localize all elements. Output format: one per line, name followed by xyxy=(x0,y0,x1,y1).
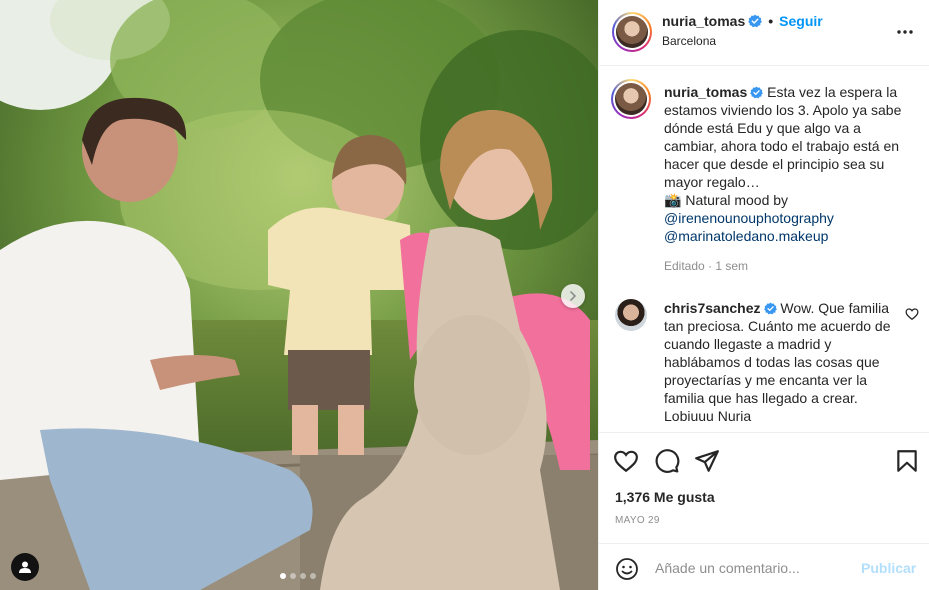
header-separator: • xyxy=(768,13,774,29)
post-side-panel: nuria_tomas • Seguir Barcelona nuria_tom… xyxy=(598,0,929,590)
post-photo xyxy=(0,0,598,590)
bookmark-icon[interactable] xyxy=(894,448,920,474)
user-tags-button[interactable] xyxy=(11,553,39,581)
mention-makeup-link[interactable]: @marinatoledano.makeup xyxy=(664,228,828,244)
author-name-row: nuria_tomas • Seguir xyxy=(662,13,823,29)
commenter-avatar[interactable] xyxy=(615,299,647,331)
post-actions: 1,376 Me gusta MAYO 29 xyxy=(599,432,929,542)
user-tag-icon xyxy=(19,561,31,573)
carousel-dot xyxy=(280,573,286,579)
post-caption: nuria_tomas Esta vez la espera la estamo… xyxy=(664,83,916,245)
likes-count[interactable]: 1,376 Me gusta xyxy=(615,489,715,505)
carousel-dot xyxy=(300,573,306,579)
comment: chris7sanchez Wow. Que familia tan preci… xyxy=(664,299,896,425)
verified-icon xyxy=(750,86,764,99)
post-header: nuria_tomas • Seguir Barcelona xyxy=(599,0,929,66)
post-date[interactable]: MAYO 29 xyxy=(615,515,660,526)
add-comment-bar: Publicar xyxy=(599,543,929,590)
carousel-dot xyxy=(290,573,296,579)
comment-text: Wow. Que familia tan preciosa. Cuánto me… xyxy=(664,300,891,424)
share-icon[interactable] xyxy=(694,448,720,474)
comment-input[interactable] xyxy=(655,556,855,580)
follow-button[interactable]: Seguir xyxy=(779,13,823,29)
author-avatar[interactable] xyxy=(612,12,652,52)
emoji-icon[interactable] xyxy=(615,557,639,581)
photo-scene xyxy=(0,0,598,590)
caption-mood: Natural mood by xyxy=(685,192,789,208)
more-icon[interactable] xyxy=(895,22,915,42)
caption-edited-meta: Editado · 1 sem xyxy=(664,259,749,273)
verified-icon xyxy=(763,302,777,315)
comment-like-icon[interactable] xyxy=(905,307,919,321)
post-location[interactable]: Barcelona xyxy=(662,34,716,48)
comment-icon[interactable] xyxy=(654,448,680,474)
publish-button[interactable]: Publicar xyxy=(861,560,916,576)
camera-emoji: 📸 xyxy=(664,192,682,208)
verified-icon xyxy=(748,14,763,28)
next-photo-button[interactable] xyxy=(561,284,585,308)
carousel-dot xyxy=(310,573,316,579)
carousel-indicator xyxy=(280,573,316,579)
heart-icon[interactable] xyxy=(613,448,639,474)
comment-username[interactable]: chris7sanchez xyxy=(664,300,761,316)
next-arrow-icon xyxy=(570,291,577,301)
comments-area: nuria_tomas Esta vez la espera la estamo… xyxy=(599,67,929,432)
author-username[interactable]: nuria_tomas xyxy=(662,13,745,29)
mention-photographer-link[interactable]: @irenenounouphotography xyxy=(664,210,834,226)
caption-username[interactable]: nuria_tomas xyxy=(664,84,747,100)
caption-author-avatar[interactable] xyxy=(611,79,651,119)
